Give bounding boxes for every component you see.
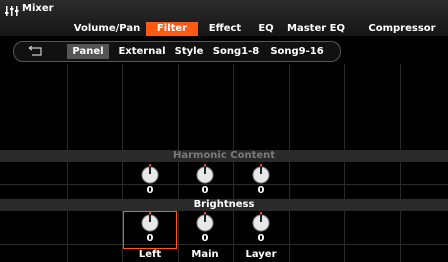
knob-value: 0 xyxy=(146,233,154,244)
knob-value: 0 xyxy=(257,185,265,196)
tab-effect[interactable]: Effect xyxy=(201,22,249,36)
app-title: Mixer xyxy=(22,3,54,14)
knob-icon xyxy=(196,212,214,232)
subtab-song1-8[interactable]: Song1-8 xyxy=(210,44,262,59)
grid-line xyxy=(289,64,290,262)
grid-line xyxy=(344,64,345,262)
subtab-panel[interactable]: Panel xyxy=(67,44,109,59)
knob-icon xyxy=(141,212,159,232)
tab-filter[interactable]: Filter xyxy=(146,22,198,36)
header-bar: Mixer Volume/Pan Filter Effect EQ Master… xyxy=(0,0,448,36)
subtab-external[interactable]: External xyxy=(113,44,171,59)
grid-line xyxy=(67,64,68,262)
knob-icon xyxy=(196,164,214,184)
knob-value: 0 xyxy=(201,185,209,196)
harmonic-main-knob[interactable]: 0 xyxy=(185,164,225,200)
grid-line xyxy=(178,64,179,262)
brightness-layer-knob[interactable]: 0 xyxy=(241,212,281,248)
tab-eq[interactable]: EQ xyxy=(254,22,278,36)
subtab-style[interactable]: Style xyxy=(173,44,205,59)
knob-icon xyxy=(141,164,159,184)
knob-value: 0 xyxy=(201,233,209,244)
subtab-song9-16[interactable]: Song9-16 xyxy=(267,44,327,59)
knob-value: 0 xyxy=(146,185,154,196)
tab-volume-pan[interactable]: Volume/Pan xyxy=(72,22,142,36)
brightness-main-knob[interactable]: 0 xyxy=(185,212,225,248)
part-selector: Panel External Style Song1-8 Song9-16 xyxy=(13,41,341,62)
tab-master-eq[interactable]: Master EQ xyxy=(284,22,348,36)
grid-line xyxy=(400,64,401,262)
column-label-layer: Layer xyxy=(245,249,277,260)
brightness-left-knob[interactable]: 0 xyxy=(123,211,177,249)
knob-value: 0 xyxy=(257,233,265,244)
tab-compressor[interactable]: Compressor xyxy=(362,22,442,36)
main-tabs: Volume/Pan Filter Effect EQ Master EQ Co… xyxy=(0,22,448,36)
mixer-sliders-icon xyxy=(5,6,19,16)
column-label-main: Main xyxy=(191,249,219,260)
brightness-label: Brightness xyxy=(0,199,448,211)
grid-line xyxy=(122,64,123,262)
harmonic-content-label: Harmonic Content xyxy=(0,150,448,162)
harmonic-layer-knob[interactable]: 0 xyxy=(241,164,281,200)
knob-icon xyxy=(252,212,270,232)
back-arrow-icon[interactable] xyxy=(28,46,42,56)
column-label-left: Left xyxy=(138,249,162,260)
harmonic-left-knob[interactable]: 0 xyxy=(130,164,170,200)
grid-line xyxy=(233,64,234,262)
knob-icon xyxy=(252,164,270,184)
